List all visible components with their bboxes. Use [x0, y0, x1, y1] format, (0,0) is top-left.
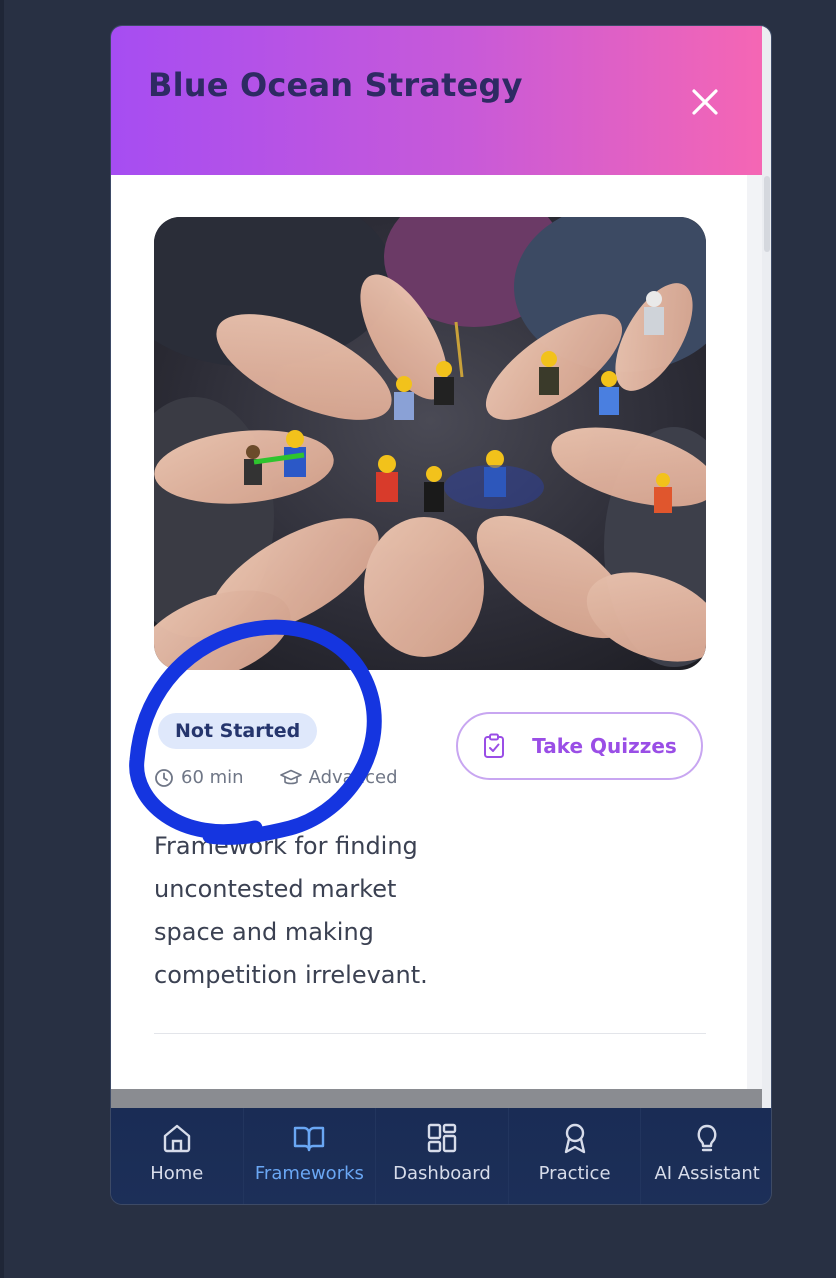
body-right-strip	[747, 175, 762, 1089]
take-quizzes-label: Take Quizzes	[532, 734, 677, 758]
clipboard-check-icon	[484, 733, 505, 758]
framework-modal: Blue Ocean Strategy Not Started 60 min A…	[110, 25, 772, 1205]
level-meta: Advanced	[279, 767, 398, 788]
book-open-icon	[294, 1126, 325, 1152]
meta-row: 60 min Advanced	[154, 767, 398, 788]
nav-label-home: Home	[150, 1163, 204, 1184]
nav-item-ai-assistant[interactable]: AI Assistant	[640, 1108, 771, 1204]
framework-image	[154, 217, 706, 670]
home-icon	[163, 1124, 190, 1153]
layout-grid-icon	[427, 1123, 457, 1153]
scrollbar-thumb[interactable]	[764, 176, 770, 252]
award-icon	[564, 1123, 585, 1154]
nav-item-home[interactable]: Home	[111, 1108, 243, 1204]
left-edge	[0, 0, 4, 1278]
nav-item-practice[interactable]: Practice	[507, 1108, 641, 1204]
close-icon	[692, 89, 718, 115]
divider	[154, 1033, 706, 1034]
nav-item-dashboard[interactable]: Dashboard	[375, 1108, 508, 1204]
modal-title: Blue Ocean Strategy	[148, 66, 523, 104]
nav-label-ai-assistant: AI Assistant	[654, 1163, 760, 1184]
bottom-nav: Home Frameworks Dashboard Practice AI As…	[111, 1108, 771, 1204]
scrollbar[interactable]	[762, 26, 771, 1108]
clock-icon	[155, 768, 173, 787]
content-bottom-strip	[111, 1089, 762, 1108]
nav-item-frameworks[interactable]: Frameworks	[242, 1108, 376, 1204]
duration-meta: 60 min	[154, 767, 244, 788]
duration-text: 60 min	[181, 767, 244, 788]
status-badge: Not Started	[158, 713, 318, 749]
lightbulb-icon	[697, 1124, 717, 1152]
level-text: Advanced	[308, 767, 398, 788]
nav-label-practice: Practice	[538, 1163, 611, 1184]
modal-body: Not Started 60 min Advanced Take Quizzes…	[111, 175, 747, 1089]
take-quizzes-button[interactable]: Take Quizzes	[456, 712, 703, 780]
close-button[interactable]	[683, 80, 727, 124]
screen: Blue Ocean Strategy Not Started 60 min A…	[0, 0, 836, 1278]
modal-header: Blue Ocean Strategy	[111, 26, 762, 175]
framework-description: Framework for finding uncontested market…	[154, 832, 428, 989]
nav-label-dashboard: Dashboard	[393, 1163, 491, 1184]
graduation-cap-icon	[279, 769, 302, 784]
nav-label-frameworks: Frameworks	[254, 1163, 364, 1184]
